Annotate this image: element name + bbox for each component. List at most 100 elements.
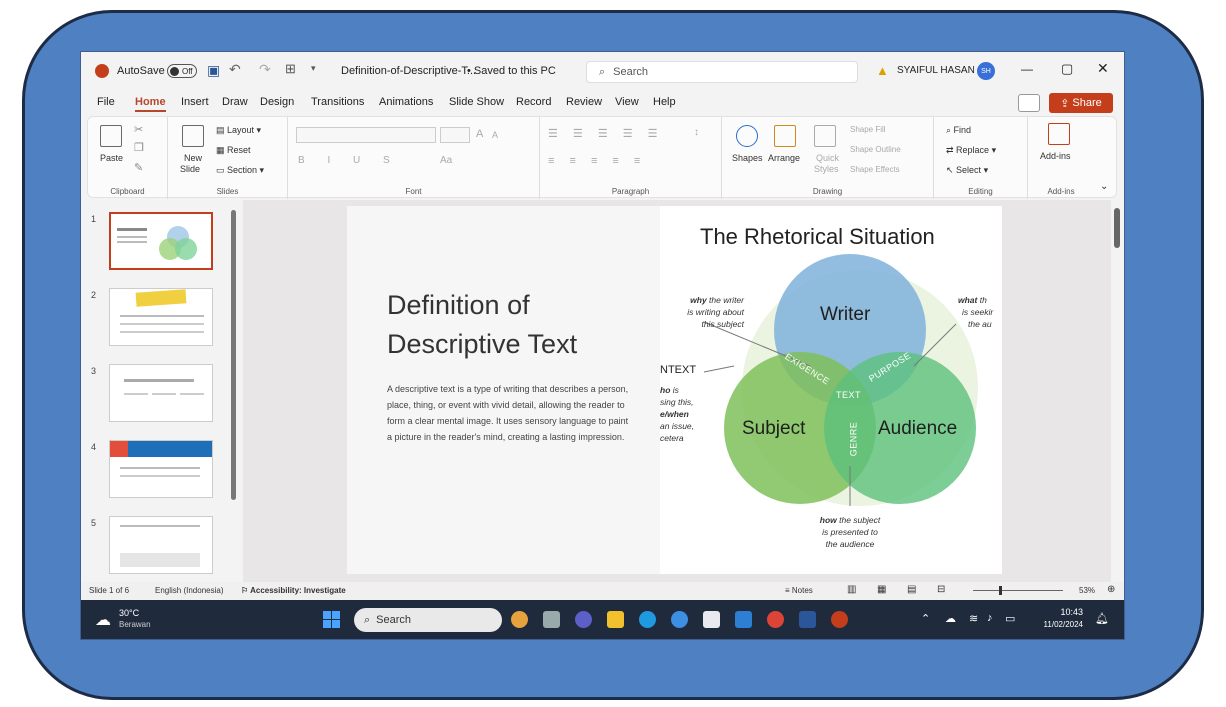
replace-button[interactable]: ⇄ Replace ▾	[946, 145, 996, 156]
zoom-slider-thumb[interactable]	[999, 586, 1002, 595]
change-case-button[interactable]: Aa	[440, 155, 452, 166]
tab-help[interactable]: Help	[653, 96, 676, 108]
shapes-icon[interactable]	[736, 125, 758, 147]
weather-temp[interactable]: 30°C	[119, 608, 139, 618]
store-icon[interactable]	[703, 611, 720, 628]
addins-icon[interactable]	[1048, 123, 1070, 145]
addins-button[interactable]: Add-ins	[1040, 151, 1071, 161]
normal-view-icon[interactable]: ▥	[847, 584, 856, 595]
language[interactable]: English (Indonesia)	[155, 586, 223, 595]
shape-fill-button[interactable]: Shape Fill	[850, 125, 886, 134]
shape-outline-button[interactable]: Shape Outline	[850, 145, 901, 154]
teams-icon[interactable]	[575, 611, 592, 628]
notification-bell-icon[interactable]: 🔔︎	[1095, 612, 1109, 625]
thumbnail-slide-2[interactable]	[109, 288, 213, 346]
tab-transitions[interactable]: Transitions	[311, 96, 364, 108]
copilot-icon[interactable]	[511, 611, 528, 628]
ribbon-collapse-icon[interactable]: ⌄	[1100, 181, 1108, 192]
new-slide-button-1[interactable]: New	[184, 153, 202, 163]
windows-start-icon[interactable]	[323, 611, 340, 628]
font-name-dropdown[interactable]	[296, 127, 436, 143]
minimize-icon[interactable]: —	[1021, 62, 1033, 76]
rhetorical-diagram[interactable]: The Rhetorical Situation Writer Subject …	[660, 206, 1002, 574]
slide-title[interactable]: Definition of Descriptive Text	[387, 286, 647, 364]
arrange-button[interactable]: Arrange	[768, 153, 800, 163]
format-painter-icon[interactable]: ✎	[134, 161, 143, 174]
reset-button[interactable]: ▦ Reset	[216, 145, 251, 156]
shape-effects-button[interactable]: Shape Effects	[850, 165, 900, 174]
taskbar-search[interactable]: ⌕ Search	[354, 608, 502, 632]
onedrive-icon[interactable]: ☁	[945, 612, 956, 625]
wifi-icon[interactable]: ≋	[969, 612, 978, 625]
font-size-dropdown[interactable]	[440, 127, 470, 143]
thumbnail-scrollbar[interactable]	[231, 210, 236, 500]
edge-icon[interactable]	[639, 611, 656, 628]
word-icon[interactable]	[799, 611, 816, 628]
find-button[interactable]: ⌕ Find	[946, 125, 971, 136]
save-icon[interactable]: ▣	[207, 62, 220, 79]
tab-record[interactable]: Record	[516, 96, 551, 108]
font-size-down-button[interactable]: A	[492, 130, 498, 140]
avatar[interactable]: SH	[977, 62, 995, 80]
save-status[interactable]: • Saved to this PC	[467, 65, 556, 77]
comments-button[interactable]	[1018, 94, 1040, 112]
file-explorer-icon[interactable]	[607, 611, 624, 628]
chrome-icon[interactable]	[767, 611, 784, 628]
fit-slide-icon[interactable]: ⊕	[1107, 584, 1115, 595]
undo-icon[interactable]: ↶	[229, 61, 241, 78]
user-name[interactable]: SYAIFUL HASAN	[897, 65, 975, 76]
powerpoint-taskbar-icon[interactable]	[831, 611, 848, 628]
thumbnail-slide-3[interactable]	[109, 364, 213, 422]
browser-icon[interactable]	[671, 611, 688, 628]
shapes-button[interactable]: Shapes	[732, 153, 763, 163]
zoom-slider[interactable]	[973, 590, 1063, 591]
autosave-toggle[interactable]: Off	[167, 64, 197, 78]
reading-view-icon[interactable]: ▤	[907, 584, 916, 595]
restore-icon[interactable]: ▢	[1061, 61, 1073, 77]
tab-design[interactable]: Design	[260, 96, 294, 108]
zoom-level[interactable]: 53%	[1079, 586, 1095, 595]
close-icon[interactable]: ✕	[1097, 60, 1109, 77]
tab-view[interactable]: View	[615, 96, 639, 108]
accessibility-status[interactable]: ⚐ Accessibility: Investigate	[241, 586, 346, 595]
slideshow-icon[interactable]: ⊟	[937, 584, 945, 595]
battery-icon[interactable]: ▭	[1005, 612, 1015, 625]
share-button[interactable]: ⇪ Share	[1049, 93, 1113, 113]
paste-icon[interactable]	[100, 125, 122, 147]
quick-styles-button-1[interactable]: Quick	[816, 153, 839, 163]
new-slide-icon[interactable]	[182, 125, 204, 147]
thumbnail-slide-5[interactable]	[109, 516, 213, 574]
app-icon[interactable]	[735, 611, 752, 628]
tab-draw[interactable]: Draw	[222, 96, 248, 108]
new-slide-button-2[interactable]: Slide	[180, 164, 200, 174]
tab-animations[interactable]: Animations	[379, 96, 433, 108]
weather-icon[interactable]: ☁	[95, 610, 111, 630]
slide-sorter-icon[interactable]: ▦	[877, 584, 886, 595]
tab-slide-show[interactable]: Slide Show	[449, 96, 504, 108]
list-buttons[interactable]: ☰ ☰ ☰ ☰ ☰	[548, 127, 664, 140]
cut-icon[interactable]: ✂	[134, 123, 143, 136]
align-buttons[interactable]: ≡ ≡ ≡ ≡ ≡	[548, 155, 646, 167]
slide-canvas[interactable]: Definition of Descriptive Text A descrip…	[347, 206, 1002, 574]
title-search-box[interactable]: ⌕ Search	[586, 61, 858, 83]
font-size-up-button[interactable]: A	[476, 128, 483, 140]
font-format-buttons[interactable]: B I U S	[298, 155, 400, 166]
paste-button[interactable]: Paste	[100, 153, 123, 163]
quick-styles-button-2[interactable]: Styles	[814, 164, 839, 174]
tab-insert[interactable]: Insert	[181, 96, 209, 108]
layout-button[interactable]: ▤ Layout ▾	[216, 125, 261, 136]
thumbnail-slide-1[interactable]	[109, 212, 213, 270]
volume-icon[interactable]: ♪	[987, 612, 993, 624]
tab-review[interactable]: Review	[566, 96, 602, 108]
thumbnail-slide-4[interactable]	[109, 440, 213, 498]
task-view-icon[interactable]	[543, 611, 560, 628]
section-button[interactable]: ▭ Section ▾	[216, 165, 264, 176]
arrange-icon[interactable]	[774, 125, 796, 147]
clock-time[interactable]: 10:43	[1043, 607, 1083, 617]
customize-icon[interactable]: ▾	[311, 63, 316, 74]
redo-icon[interactable]: ↷	[259, 61, 271, 78]
notes-button[interactable]: ≡ Notes	[785, 586, 813, 595]
copy-icon[interactable]: ❐	[134, 141, 144, 154]
text-direction-icon[interactable]: ↕	[694, 127, 699, 138]
present-icon[interactable]: ⊞	[285, 61, 296, 77]
